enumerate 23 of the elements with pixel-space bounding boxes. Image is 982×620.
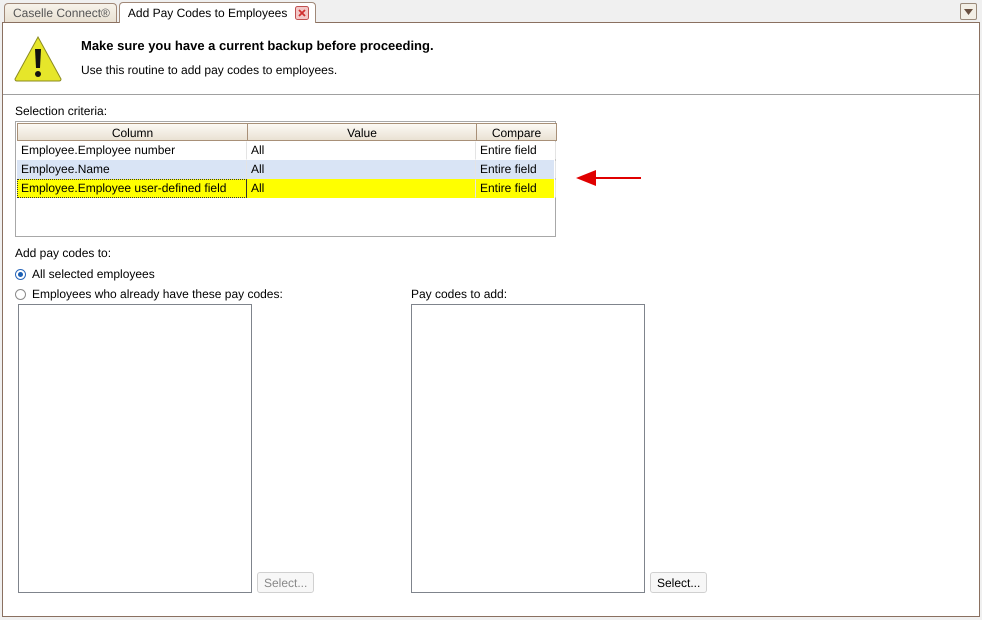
section-label: Pay codes to add: <box>411 287 508 301</box>
table-row[interactable]: Employee.Employee user-defined field All Entire field <box>17 179 554 198</box>
column-header[interactable]: Value <box>247 123 477 141</box>
table-cell: Employee.Employee user-defined field <box>17 179 247 198</box>
radio-option[interactable]: Employees who already have these pay codes: <box>15 284 411 304</box>
description-text: Use this routine to add pay codes to employees. <box>81 63 338 77</box>
dropdown-button[interactable] <box>960 3 977 20</box>
table-row[interactable]: Employee.Name All Entire field <box>17 160 554 179</box>
column-header[interactable]: Compare <box>476 123 557 141</box>
tab[interactable]: Add Pay Codes to Employees <box>118 2 316 23</box>
table-cell: All <box>247 179 476 198</box>
select-button[interactable]: Select... <box>650 572 708 593</box>
warning-icon <box>13 35 63 83</box>
tab[interactable]: Caselle Connect® <box>4 3 117 22</box>
caret-icon <box>964 8 973 14</box>
section-label: Add pay codes to: <box>15 246 112 260</box>
close-icon[interactable] <box>295 6 310 20</box>
section-label: Selection criteria: <box>15 104 108 118</box>
column-header[interactable]: Column <box>17 123 248 141</box>
radio-option[interactable]: All selected employees <box>15 264 967 284</box>
arrow-icon <box>576 168 642 188</box>
table-cell: Entire field <box>476 179 556 198</box>
warning-title: Make sure you have a current backup before proceeding. <box>81 38 434 53</box>
